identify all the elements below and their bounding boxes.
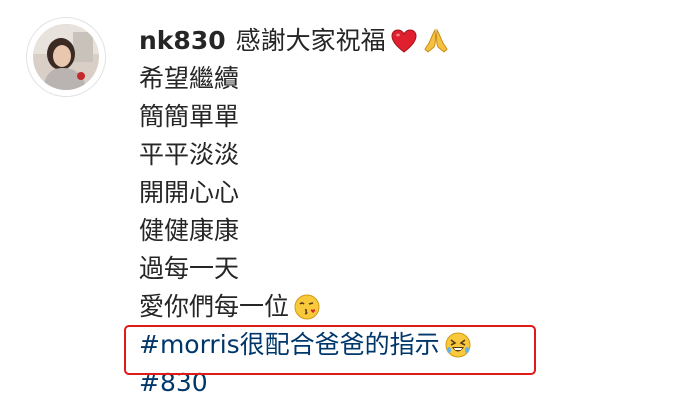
caption-line-3: 簡簡單單 <box>139 102 240 131</box>
caption-line-1: nk830 感謝大家祝福 <box>139 22 659 60</box>
caption-line-2: 希望繼續 <box>139 64 240 93</box>
red-heart-icon <box>390 27 418 55</box>
caption-line-4: 平平淡淡 <box>139 140 240 169</box>
rolling-laughing-face-icon <box>444 331 472 359</box>
hashtag-link-830[interactable]: #830 <box>139 364 208 402</box>
caption-line-6: 健健康康 <box>139 216 240 245</box>
username-link[interactable]: nk830 <box>139 22 226 60</box>
avatar-photo <box>33 24 99 90</box>
post-caption: nk830 感謝大家祝福 希望繼續 簡簡單單 平平淡淡 開開心心 健健康康 過每… <box>139 22 659 402</box>
face-blowing-kiss-icon <box>293 293 321 321</box>
caption-line-5: 開開心心 <box>139 178 240 207</box>
caption-line-8: 愛你們每一位 <box>139 288 659 326</box>
avatar[interactable] <box>26 17 106 97</box>
caption-text: 愛你們每一位 <box>139 292 290 321</box>
caption-line-10: #830 <box>139 364 659 402</box>
caption-line-7: 過每一天 <box>139 254 240 283</box>
folded-hands-icon <box>422 27 450 55</box>
hashtag-link-morris[interactable]: #morris很配合爸爸的指示 <box>139 326 440 364</box>
caption-line-9: #morris很配合爸爸的指示 <box>139 326 659 364</box>
caption-text: 感謝大家祝福 <box>235 26 386 55</box>
